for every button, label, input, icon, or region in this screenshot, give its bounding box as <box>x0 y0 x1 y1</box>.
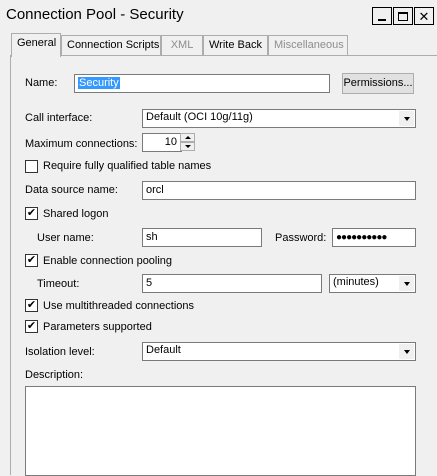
enable-pooling-checkbox[interactable]: ✔ <box>25 254 38 267</box>
require-qualified-checkbox[interactable] <box>25 160 38 173</box>
tab-general[interactable]: General <box>11 33 61 57</box>
spin-down-icon[interactable] <box>180 142 195 151</box>
user-name-label: User name: <box>37 232 94 244</box>
multithreaded-checkbox[interactable]: ✔ <box>25 299 38 312</box>
timeout-unit-select[interactable]: (minutes) <box>329 274 416 293</box>
tab-miscellaneous[interactable]: Miscellaneous <box>268 35 348 56</box>
chevron-down-icon[interactable] <box>399 111 414 126</box>
minimize-button[interactable] <box>372 7 392 25</box>
password-value: ●●●●●●●●●● <box>336 232 387 243</box>
user-name-input[interactable]: sh <box>142 228 262 247</box>
call-interface-label: Call interface: <box>25 112 93 124</box>
max-connections-stepper[interactable] <box>180 133 195 151</box>
user-name-value: sh <box>146 231 158 243</box>
permissions-button[interactable]: Permissions... <box>342 73 414 94</box>
chevron-down-icon[interactable] <box>399 276 414 291</box>
dsn-label: Data source name: <box>25 184 118 196</box>
description-textarea[interactable] <box>25 386 416 476</box>
max-connections-input[interactable]: 10 <box>142 133 182 152</box>
password-label: Password: <box>275 232 327 244</box>
shared-logon-label: Shared logon <box>43 208 109 220</box>
chevron-down-icon[interactable] <box>399 344 414 359</box>
multithreaded-label: Use multithreaded connections <box>43 300 195 312</box>
description-label: Description: <box>25 369 84 381</box>
minimize-icon <box>378 19 386 21</box>
isolation-value: Default <box>146 344 181 356</box>
shared-logon-checkbox[interactable]: ✔ <box>25 207 38 220</box>
tab-connection-scripts[interactable]: Connection Scripts <box>61 35 161 56</box>
call-interface-select[interactable]: Default (OCI 10g/11g) <box>142 109 416 128</box>
window-title: Connection Pool - Security <box>6 6 184 23</box>
maximize-button[interactable] <box>393 7 413 25</box>
timeout-value: 5 <box>146 277 153 289</box>
close-icon: ✕ <box>418 8 430 24</box>
dsn-value: orcl <box>146 184 164 196</box>
timeout-label: Timeout: <box>37 278 80 290</box>
params-supported-label: Parameters supported <box>43 321 152 333</box>
tab-xml[interactable]: XML <box>161 35 203 56</box>
max-connections-label: Maximum connections: <box>25 138 138 150</box>
tab-write-back[interactable]: Write Back <box>203 35 268 56</box>
timeout-input[interactable]: 5 <box>142 274 322 293</box>
title-bar: Connection Pool - Security ✕ <box>0 0 437 32</box>
call-interface-value: Default (OCI 10g/11g) <box>146 111 253 123</box>
isolation-label: Isolation level: <box>25 346 95 358</box>
dsn-input[interactable]: orcl <box>142 181 416 200</box>
params-supported-checkbox[interactable]: ✔ <box>25 320 38 333</box>
checkmark-icon: ✔ <box>26 207 37 219</box>
checkmark-icon: ✔ <box>26 320 37 332</box>
require-qualified-label: Require fully qualified table names <box>43 160 212 172</box>
checkmark-icon: ✔ <box>26 299 37 311</box>
spin-up-icon[interactable] <box>180 133 195 142</box>
timeout-unit-value: (minutes) <box>333 276 379 288</box>
name-label: Name: <box>25 77 58 89</box>
name-input[interactable]: Security <box>74 74 330 93</box>
isolation-select[interactable]: Default <box>142 342 416 361</box>
name-value: Security <box>78 77 120 89</box>
maximize-icon <box>398 11 408 21</box>
enable-pooling-label: Enable connection pooling <box>43 255 173 267</box>
max-connections-value: 10 <box>164 136 177 148</box>
checkmark-icon: ✔ <box>26 254 37 266</box>
close-button[interactable]: ✕ <box>414 7 434 25</box>
password-input[interactable]: ●●●●●●●●●● <box>332 228 416 247</box>
tab-strip: General Connection Scripts XML Write Bac… <box>0 32 437 57</box>
